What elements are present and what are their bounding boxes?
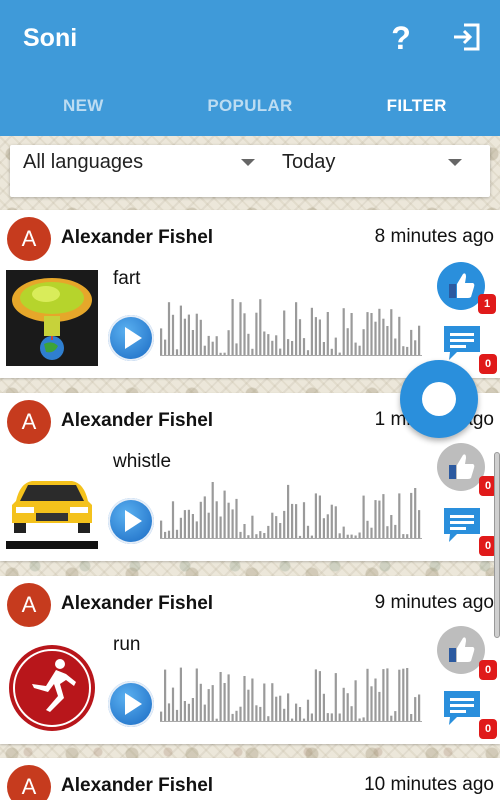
sound-name: whistle (113, 451, 172, 472)
avatar[interactable]: A (7, 765, 51, 800)
sound-card[interactable]: A Alexander Fishel 9 minutes ago run 0 0 (0, 576, 500, 744)
period-value: Today (282, 151, 336, 173)
author-name[interactable]: Alexander Fishel (61, 410, 213, 432)
author-name[interactable]: Alexander Fishel (61, 227, 213, 249)
app-title: Soni (23, 24, 78, 52)
author-name[interactable]: Alexander Fishel (61, 593, 213, 615)
comment-count-badge: 0 (479, 719, 497, 739)
like-count-badge: 1 (478, 294, 496, 314)
author-name[interactable]: Alexander Fishel (61, 775, 213, 797)
sound-name: fart (113, 268, 141, 289)
comment-count-badge: 0 (479, 354, 497, 374)
sound-thumbnail[interactable] (6, 636, 98, 732)
yellow-car-image (6, 453, 98, 549)
dropdown-arrow-icon (241, 159, 255, 166)
thumbs-up-icon (449, 637, 475, 662)
comment-button[interactable] (441, 322, 483, 364)
sound-thumbnail[interactable] (6, 270, 98, 366)
tab-popular[interactable]: POPULAR (167, 84, 334, 128)
tab-filter[interactable]: FILTER (333, 84, 500, 128)
waveform (160, 299, 422, 356)
like-button[interactable] (437, 443, 485, 491)
like-button[interactable] (437, 626, 485, 674)
post-time: 9 minutes ago (374, 592, 494, 613)
record-fab[interactable] (400, 360, 478, 438)
tab-new[interactable]: NEW (0, 84, 167, 128)
comment-icon (444, 326, 480, 360)
avatar[interactable]: A (7, 400, 51, 444)
thumbs-up-icon (449, 454, 475, 479)
logout-button[interactable] (450, 20, 484, 54)
period-dropdown[interactable]: Today (282, 151, 472, 187)
dropdown-arrow-icon (448, 159, 462, 166)
play-button[interactable] (108, 681, 154, 727)
language-dropdown[interactable]: All languages (23, 151, 255, 187)
play-button[interactable] (108, 315, 154, 361)
avatar[interactable]: A (7, 217, 51, 261)
sound-card[interactable]: A Alexander Fishel 8 minutes ago fart 1 (0, 210, 500, 378)
post-time: 8 minutes ago (374, 226, 494, 247)
scrollbar[interactable] (494, 452, 500, 638)
like-count-badge: 0 (479, 660, 497, 680)
app-bar: Soni ? NEW POPULAR FILTER (0, 0, 500, 136)
exit-icon (454, 23, 480, 51)
comment-button[interactable] (441, 504, 483, 546)
mushroom-cloud-image (6, 270, 98, 366)
waveform (160, 667, 422, 722)
help-button[interactable]: ? (386, 18, 416, 58)
post-time: 10 minutes ago (364, 774, 494, 795)
question-mark-icon: ? (391, 20, 411, 56)
runner-sign-image (6, 636, 98, 732)
filter-card: All languages Today (10, 145, 490, 197)
sound-name: run (113, 634, 141, 655)
sound-thumbnail[interactable] (6, 453, 98, 549)
comment-button[interactable] (441, 687, 483, 729)
avatar[interactable]: A (7, 583, 51, 627)
comment-icon (444, 508, 480, 542)
waveform (160, 482, 422, 539)
tab-bar: NEW POPULAR FILTER (0, 84, 500, 128)
sound-card[interactable]: A Alexander Fishel 10 minutes ago (0, 758, 500, 800)
play-button[interactable] (108, 498, 154, 544)
comment-icon (444, 691, 480, 725)
language-value: All languages (23, 151, 144, 173)
